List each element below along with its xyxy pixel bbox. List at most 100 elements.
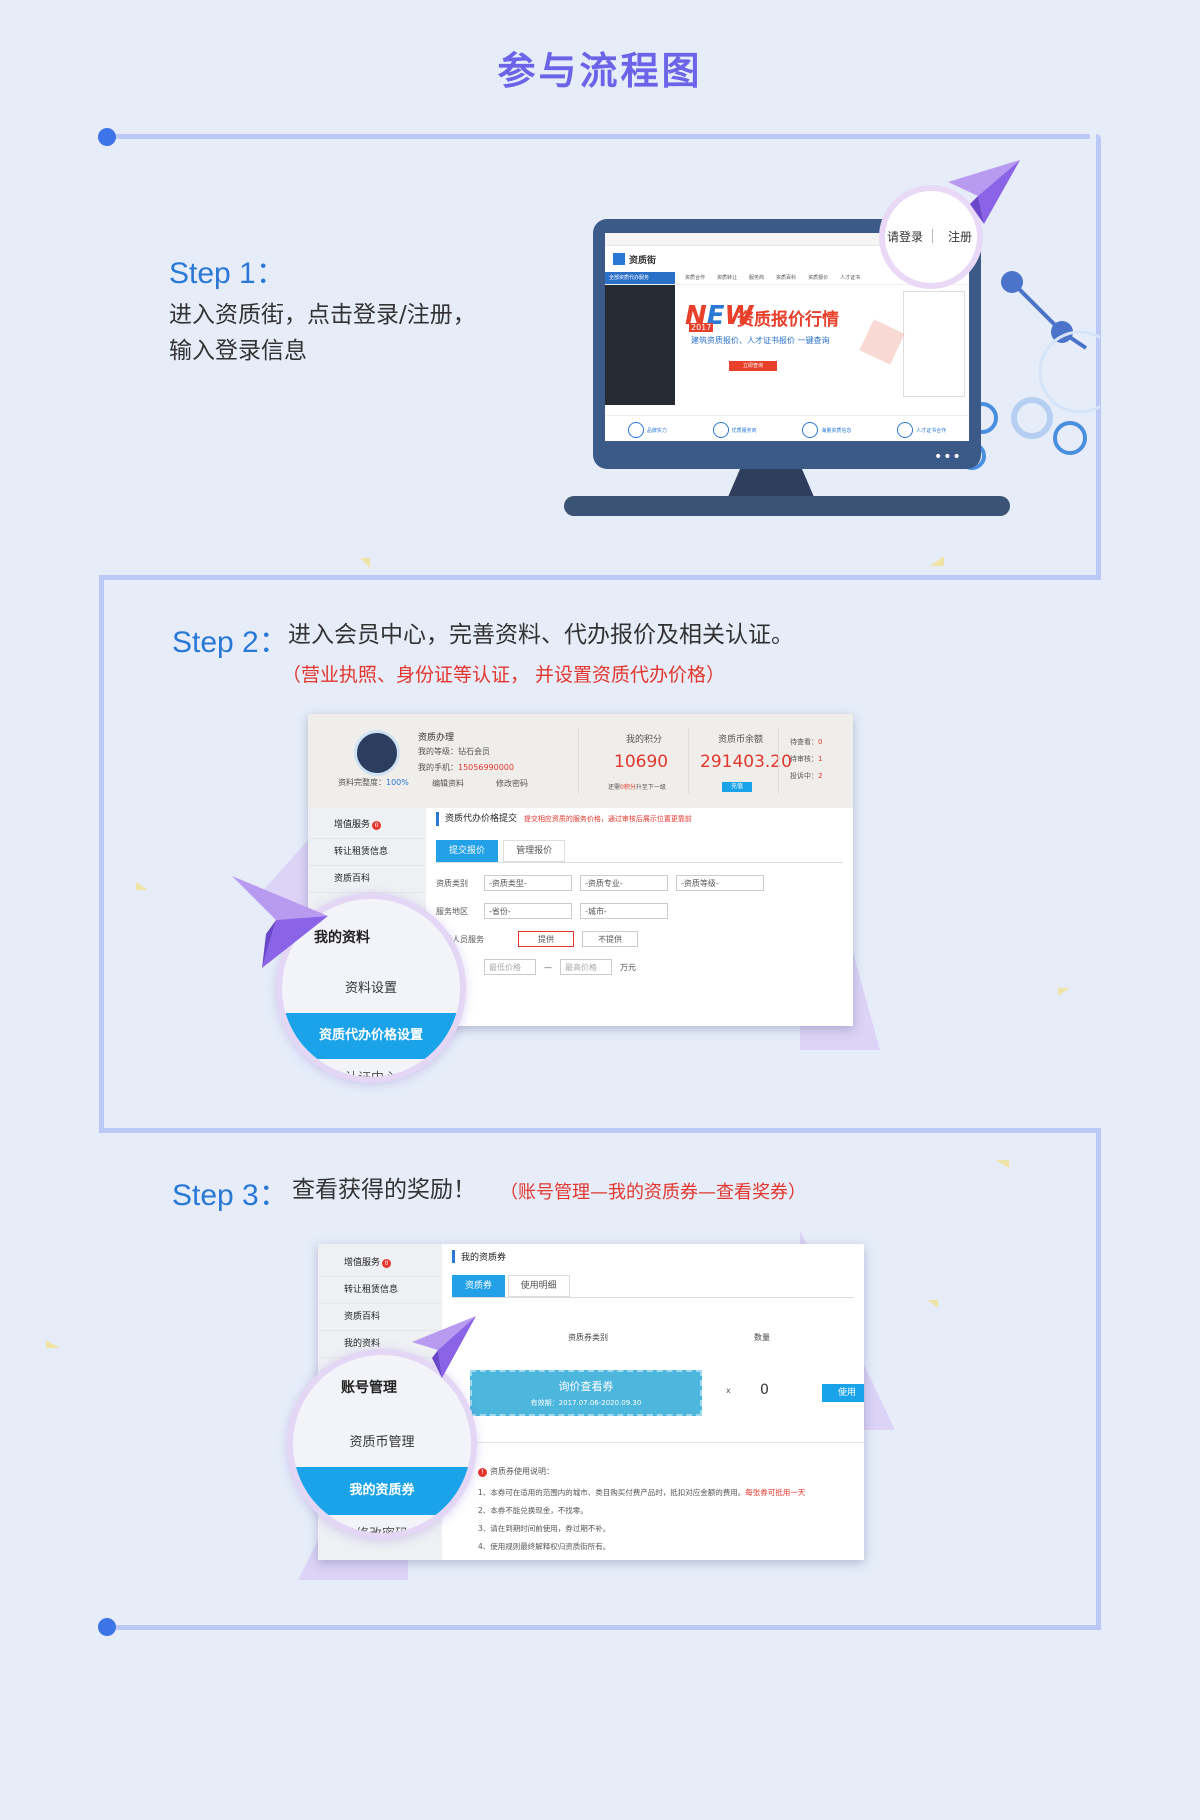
frame-mid-line-2 (99, 1128, 1100, 1133)
section-hint: 提交相应资质的服务价格，通过审核后展示位置更靠前 (523, 815, 692, 823)
cert-center-item[interactable]: 认证中心 (282, 1067, 460, 1077)
step3-desc: 查看获得的奖励！ (292, 1177, 476, 1203)
feature-label: 优质服务商 (731, 427, 757, 434)
monitor-base (564, 496, 1010, 516)
category-menu (605, 285, 675, 405)
step3-label: Step 3： (172, 1179, 289, 1212)
qualification-major-select[interactable]: -资质专业- (580, 875, 668, 891)
sidebar-item-transfer[interactable]: 转让租赁信息 (318, 1277, 442, 1304)
divider (778, 728, 779, 794)
qualification-type-select[interactable]: -资质类型- (484, 875, 572, 891)
qualification-level-select[interactable]: -资质等级- (676, 875, 764, 891)
paper-plane-icon (948, 160, 1020, 224)
banner-year: 2017 (689, 323, 714, 332)
banner-query-button[interactable]: 立即查询 (729, 361, 777, 371)
sidebar-item-value-service[interactable]: 增值服务 0 (308, 812, 426, 839)
points-label: 我的积分 (626, 735, 663, 745)
min-price-input[interactable]: 最低价格 (484, 959, 536, 975)
login-widget (903, 291, 965, 397)
hero-banner: NEW 2017 资质报价行情 建筑资质报价、人才证书报价 一键查询 立即查询 (675, 285, 969, 405)
monitor-stand (728, 469, 814, 497)
section-title: 资质代办价格提交 (445, 814, 518, 824)
login-link[interactable]: 请登录 (887, 228, 923, 245)
decor-triangle (928, 1300, 938, 1308)
menu-header[interactable]: 全部资质代办服务 (605, 272, 675, 284)
stat-item[interactable]: 待审核：1 (790, 751, 822, 768)
tab-coupons[interactable]: 资质券 (452, 1275, 506, 1297)
stat-item[interactable]: 投诉中：2 (790, 768, 822, 785)
feature-icon (802, 422, 819, 438)
col-quantity: 数量 (754, 1333, 770, 1342)
feature-icon (897, 422, 914, 438)
site-logo-icon (613, 253, 625, 265)
login-separator (932, 229, 933, 243)
nav-item[interactable]: 资质百科 (776, 272, 796, 284)
user-title: 资质办理 (418, 733, 455, 743)
timeline-end-dot (98, 1618, 116, 1636)
profile-complete: 资料完整度：100% (338, 778, 409, 787)
paper-plane-icon (412, 1316, 476, 1378)
divider (578, 728, 579, 794)
notes-title: ! 资质券使用说明： (478, 1466, 554, 1477)
coupon-validity: 有效期：2017.07.06-2020.09.30 (530, 1399, 642, 1407)
tab-manage-quote[interactable]: 管理报价 (503, 840, 566, 862)
user-level: 我的等级：钻石会员 (418, 747, 490, 756)
nav-item[interactable]: 人才证书 (840, 272, 860, 284)
nav-item[interactable]: 资质转让 (717, 272, 737, 284)
agency-price-settings-item[interactable]: 资质代办价格设置 (282, 1013, 460, 1059)
divider (688, 728, 689, 794)
site-name: 资质街 (629, 255, 657, 266)
max-price-input[interactable]: 最高价格 (560, 959, 612, 975)
sidebar-item-value-service[interactable]: 增值服务 0 (318, 1250, 442, 1277)
account-management-menu[interactable]: 账号管理 (341, 1377, 397, 1397)
provide-option[interactable]: 提供 (518, 931, 574, 947)
times-sign: x (726, 1386, 731, 1395)
feature-item: 人才证书合作 (897, 422, 946, 438)
edit-profile-link[interactable]: 编辑资料 (432, 778, 464, 789)
decor-triangle (136, 882, 148, 890)
coupon-name: 询价查看券 (558, 1380, 614, 1393)
divider (442, 1442, 864, 1443)
use-coupon-button[interactable]: 使用 (822, 1384, 864, 1402)
sidebar-item-transfer[interactable]: 转让租赁信息 (308, 839, 426, 866)
points-value: 10690 (614, 752, 669, 772)
nav-item[interactable]: 资质合作 (685, 272, 705, 284)
frame-right-line-2 (1096, 1128, 1101, 1630)
frame-left-line (99, 575, 104, 1132)
feature-item: 品牌实力 (627, 422, 667, 438)
feature-icon (627, 422, 644, 438)
points-note: 还需0积分升至下一级 (608, 784, 666, 791)
note-item: 2、本券不能兑换现金，不找零。 (478, 1506, 588, 1515)
tab-submit-quote[interactable]: 提交报价 (436, 840, 499, 862)
nav-item[interactable]: 资质报价 (808, 272, 828, 284)
nav-item[interactable]: 服务商 (749, 272, 764, 284)
coupon-ticket[interactable]: 询价查看券 有效期：2017.07.06-2020.09.30 (470, 1370, 702, 1416)
profile-settings-item[interactable]: 资料设置 (282, 977, 460, 996)
not-provide-option[interactable]: 不提供 (582, 931, 638, 947)
feature-label: 品牌实力 (646, 427, 667, 434)
recharge-button[interactable]: 充值 (722, 782, 752, 792)
coupon-quantity: 0 (760, 1382, 769, 1398)
coins-management-item[interactable]: 资质币管理 (293, 1431, 471, 1450)
province-select[interactable]: -省份- (484, 903, 572, 919)
stat-item[interactable]: 待查看：0 (790, 734, 822, 751)
page-title: 参与流程图 (497, 49, 703, 93)
change-password-link[interactable]: 修改密码 (496, 778, 528, 789)
step2-note: （营业执照、身份证等认证， 并设置资质代办价格） (282, 664, 726, 686)
tab-usage-detail[interactable]: 使用明细 (507, 1275, 570, 1297)
feature-icon (712, 422, 729, 438)
coins-label: 资质币余额 (718, 735, 764, 745)
banner-title: 资质报价行情 (737, 310, 839, 330)
row-label: 资质类别 (436, 878, 468, 888)
my-coupons-item[interactable]: 我的资质券 (293, 1467, 471, 1515)
register-link[interactable]: 注册 (948, 228, 972, 245)
col-coupon-type: 资质券类别 (568, 1333, 608, 1342)
top-nav: 资质合作 资质转让 服务商 资质百科 资质报价 人才证书 (675, 272, 860, 284)
decor-triangle (1058, 988, 1070, 996)
feature-label: 海量资质信息 (821, 427, 852, 434)
avatar (354, 730, 400, 776)
price-form: 资质代办价格提交 提交相应资质的服务价格，通过审核后展示位置更靠前 提交报价 管… (426, 808, 853, 1026)
feature-item: 海量资质信息 (802, 422, 851, 438)
decor-triangle (995, 1160, 1009, 1168)
city-select[interactable]: -城市- (580, 903, 668, 919)
